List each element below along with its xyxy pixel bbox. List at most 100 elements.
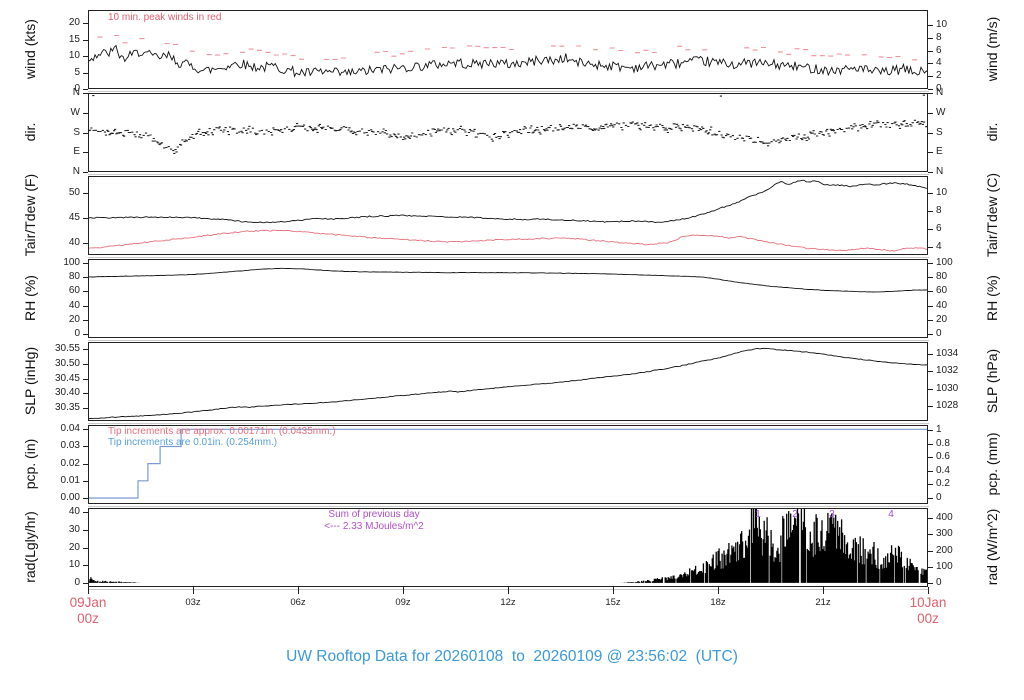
panel-separator	[88, 257, 929, 258]
uw-rooftop-weather-chart: 10 min. peak winds in red 0 5 10 15 20 0 2 4 6 8 10…	[0, 0, 1024, 700]
axis-tick	[83, 548, 88, 549]
x-axis-hour-label: 15z	[605, 597, 621, 608]
y-axis-tick-label: 1034	[936, 347, 959, 359]
y-axis-tick-label: 20	[936, 314, 948, 326]
axis-tick	[928, 583, 933, 584]
axis-tick	[928, 211, 933, 212]
series-tdew	[88, 229, 928, 252]
x-axis-tick	[718, 587, 719, 594]
axis-tick	[928, 172, 933, 173]
axis-tick	[928, 444, 933, 445]
axis-tick	[83, 565, 88, 566]
axis-tick	[83, 512, 88, 513]
panel-plot-sea-level-pressure	[88, 342, 928, 421]
panel-separator	[88, 423, 929, 424]
y-axis-tick-label: E	[936, 146, 943, 158]
y-axis-tick-label: S	[936, 126, 943, 138]
axis-tick	[83, 498, 88, 499]
panel-plot-relative-humidity	[88, 259, 928, 338]
axis-tick	[83, 291, 88, 292]
y-axis-tick-label: 100	[936, 560, 953, 572]
y-axis-tick-label: 40	[936, 299, 948, 311]
axis-tick	[83, 56, 88, 57]
axis-tick	[928, 457, 933, 458]
panel-plot-wind-direction	[88, 93, 928, 172]
end-hour-line: 00z	[917, 611, 939, 626]
axis-tick	[83, 320, 88, 321]
axis-tick	[928, 277, 933, 278]
axis-tick	[83, 172, 88, 173]
x-axis-tick	[193, 587, 194, 594]
axis-tick	[83, 408, 88, 409]
axis-tick	[83, 464, 88, 465]
y-axis-tick-label: N	[936, 166, 944, 177]
axis-tick	[83, 113, 88, 114]
axis-tick	[83, 133, 88, 134]
y-axis-tick-label: 4	[936, 57, 942, 69]
panel-frame	[88, 342, 928, 421]
y-axis-tick-label: N	[936, 87, 944, 98]
x-axis-end-date: 10Jan 00z	[898, 595, 958, 627]
axis-tick	[83, 40, 88, 41]
x-axis-hour-label: 06z	[290, 597, 306, 608]
axis-tick	[928, 567, 933, 568]
chart-title: UW Rooftop Data for 20260108 to 20260109…	[286, 648, 738, 665]
axis-tick	[928, 518, 933, 519]
y-axis-tick-label: 0	[936, 576, 942, 588]
x-axis-hour-label: 18z	[710, 597, 726, 608]
axis-tick	[83, 89, 88, 90]
panel-separator	[88, 91, 929, 92]
axis-tick	[928, 51, 933, 52]
axis-tick	[928, 133, 933, 134]
y-axis-tick-label: 300	[936, 528, 953, 540]
panel-annotation: <--- 2.33 MJoules/m^2	[324, 521, 424, 532]
axis-tick	[928, 263, 933, 264]
y-axis-tick-label: W	[936, 106, 946, 118]
start-hour-line: 00z	[77, 611, 99, 626]
axis-tick	[83, 364, 88, 365]
panel-annotation: 10 min. peak winds in red	[108, 12, 222, 23]
series-wind-direction	[88, 94, 928, 154]
y-axis-tick-label: 0.8	[936, 437, 950, 449]
axis-tick	[928, 76, 933, 77]
axis-tick	[83, 306, 88, 307]
axis-tick	[928, 430, 933, 431]
axis-tick	[83, 334, 88, 335]
y-axis-title-right: rad (W/m^2)	[984, 508, 1000, 585]
y-axis-tick-label: 1	[936, 424, 942, 436]
series-sea-level-pressure	[88, 347, 928, 420]
axis-tick	[83, 379, 88, 380]
x-axis-tick	[928, 587, 929, 594]
axis-tick	[928, 89, 933, 90]
x-axis-hour-label: 09z	[395, 597, 411, 608]
axis-tick	[928, 306, 933, 307]
axis-tick	[928, 93, 933, 94]
y-axis-tick-label: 1030	[936, 382, 959, 394]
x-axis-tick	[298, 587, 299, 594]
panel-separator	[88, 340, 929, 341]
y-axis-tick-label: 10	[936, 19, 948, 30]
axis-tick	[928, 320, 933, 321]
axis-tick	[928, 498, 933, 499]
x-axis-hour-label: 12z	[500, 597, 516, 608]
axis-tick	[83, 349, 88, 350]
axis-tick	[83, 193, 88, 194]
axis-tick	[928, 193, 933, 194]
y-axis-tick-label: 60	[936, 285, 948, 297]
axis-tick	[928, 484, 933, 485]
x-axis-tick	[823, 587, 824, 594]
axis-tick	[928, 113, 933, 114]
series-relative-humidity	[88, 267, 928, 293]
y-axis-tick-label: 0.6	[936, 451, 950, 463]
panel-separator	[88, 506, 929, 507]
y-axis-tick-label: 8	[936, 205, 942, 216]
y-axis-tick-label: 0	[936, 328, 942, 340]
axis-tick	[928, 406, 933, 407]
panel-plot-tair	[88, 176, 928, 255]
y-axis-tick-label: 0	[936, 491, 942, 503]
series-tair	[88, 179, 928, 224]
panel-annotation: Tip increments are approx. 0.00171in. (0…	[108, 426, 336, 437]
y-axis-tick-label: 0.2	[936, 478, 950, 490]
y-axis-tick-label: 4	[936, 241, 942, 252]
axis-tick	[928, 63, 933, 64]
